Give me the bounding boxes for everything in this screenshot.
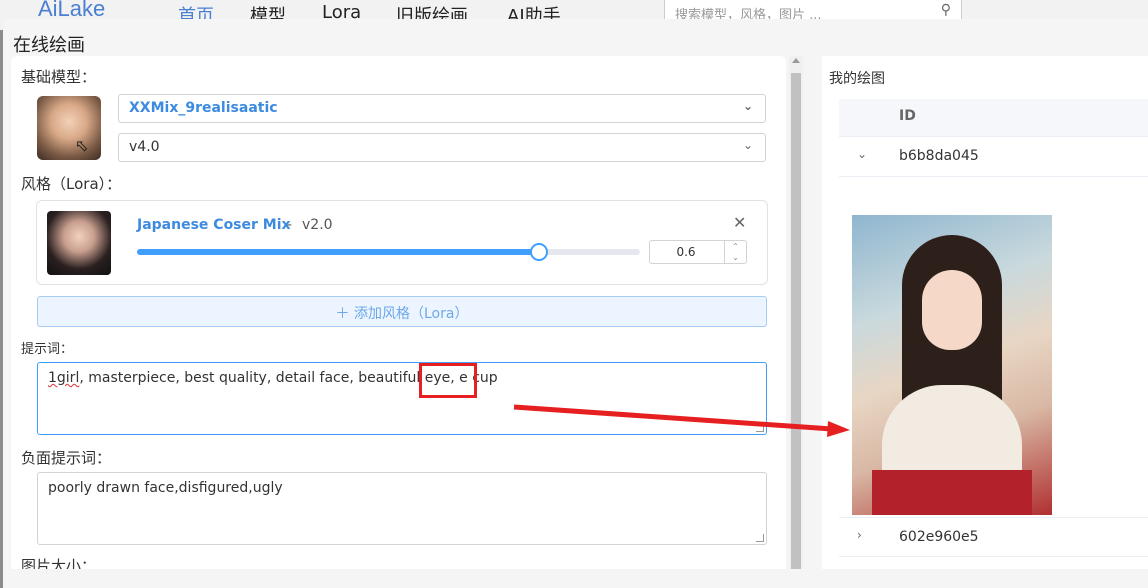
row-id: 602e960e5 [899, 529, 979, 545]
model-version-select[interactable]: v4.0 ⌄ [118, 133, 766, 162]
table-header: ID [839, 99, 1148, 137]
lora-weight-slider[interactable] [137, 243, 640, 261]
stepper-down-icon[interactable]: ⌄ [725, 252, 746, 263]
negative-prompt-text: poorly drawn face,disfigured,ugly [48, 480, 283, 496]
negative-prompt-label: 负面提示词： [21, 449, 112, 467]
model-select-value: XXMix_9realisaatic [129, 100, 278, 116]
spellcheck-word: 1girl [48, 370, 80, 386]
dialog-title: 在线绘画 [13, 35, 85, 56]
stepper-up-icon[interactable]: ⌃ [725, 241, 746, 252]
table-row[interactable]: ⌄ b6b8da045 [839, 137, 1148, 177]
lora-weight-value[interactable]: 0.6 [650, 245, 722, 259]
prompt-textarea[interactable]: 1girl, masterpiece, best quality, detail… [37, 362, 767, 435]
image-skirt [872, 470, 1032, 515]
mouse-cursor-icon: ⬁ [75, 136, 89, 155]
search-icon[interactable]: ⚲ [941, 2, 951, 18]
settings-panel: 基础模型： ⬁ XXMix_9realisaatic ⌄ v4.0 ⌄ 风格（L… [11, 56, 786, 569]
image-size-label: 图片大小： [21, 557, 97, 569]
base-model-label: 基础模型： [21, 68, 97, 86]
model-version-value: v4.0 [129, 139, 160, 155]
scroll-up-icon[interactable] [792, 58, 800, 63]
lora-label: 风格（Lora）： [21, 175, 122, 193]
lora-card: Japanese Coser Mix - v2.0 ✕ 0.6 ⌃ ⌄ [36, 200, 768, 285]
scrollbar[interactable] [789, 56, 803, 569]
chevron-down-icon[interactable]: ⌄ [857, 147, 867, 161]
results-panel: 我的绘图 ID ⌄ b6b8da045 › 602e960e5 [822, 56, 1148, 569]
close-icon[interactable]: ✕ [733, 213, 746, 232]
generated-image[interactable] [852, 215, 1052, 515]
table-row[interactable]: › 602e960e5 [839, 517, 1148, 557]
resize-handle[interactable] [756, 534, 764, 542]
model-thumbnail[interactable] [37, 96, 101, 160]
lora-separator: - [287, 217, 293, 233]
lora-weight-stepper[interactable]: 0.6 ⌃ ⌄ [649, 240, 747, 264]
results-title: 我的绘图 [829, 71, 885, 87]
image-face [922, 270, 982, 350]
lora-version: v2.0 [302, 217, 333, 233]
annotation-highlight-box [419, 363, 477, 398]
column-id[interactable]: ID [899, 108, 916, 124]
negative-prompt-textarea[interactable]: poorly drawn face,disfigured,ugly [37, 472, 767, 545]
slider-fill [137, 249, 540, 255]
lora-thumbnail[interactable] [47, 211, 111, 275]
scrollbar-thumb[interactable] [791, 73, 801, 569]
row-id: b6b8da045 [899, 148, 979, 164]
stepper-buttons[interactable]: ⌃ ⌄ [724, 241, 746, 263]
lora-name[interactable]: Japanese Coser Mix [137, 217, 291, 233]
resize-handle[interactable] [756, 424, 764, 432]
add-lora-button[interactable]: ＋ 添加风格（Lora） [37, 296, 767, 327]
model-select[interactable]: XXMix_9realisaatic ⌄ [118, 94, 766, 123]
slider-handle[interactable] [530, 243, 549, 261]
chevron-down-icon: ⌄ [742, 138, 753, 152]
prompt-label: 提示词： [21, 342, 74, 357]
chevron-down-icon: ⌄ [742, 99, 753, 113]
chevron-right-icon[interactable]: › [857, 528, 862, 542]
